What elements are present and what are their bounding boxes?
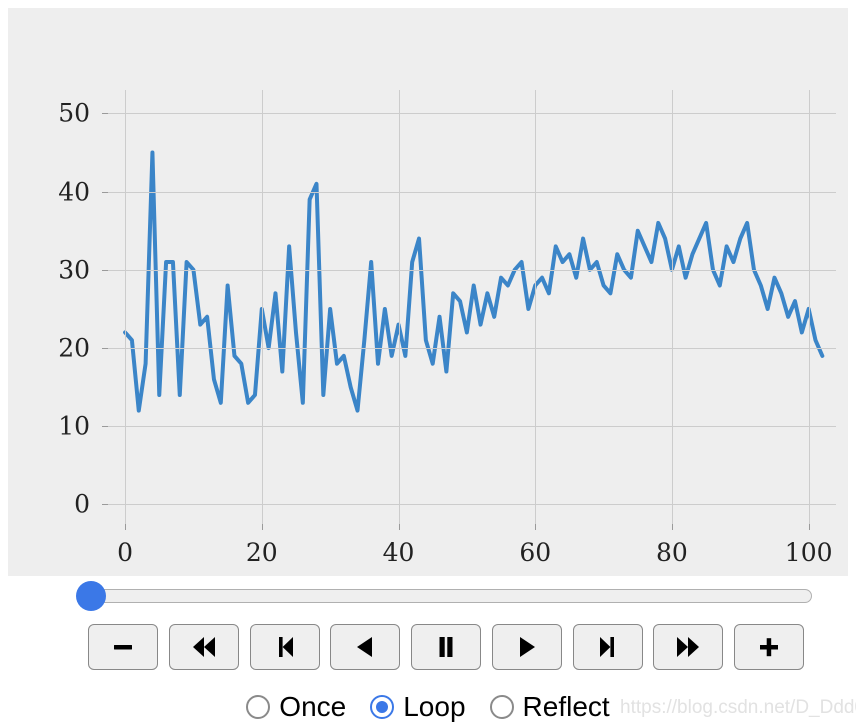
decrease-speed-button[interactable]: [88, 624, 158, 670]
radio-option-label: Loop: [403, 691, 466, 722]
pause-button[interactable]: [411, 624, 481, 670]
y-tick-label: 20: [58, 333, 90, 363]
step-forward-button[interactable]: [572, 624, 643, 670]
y-tick-label: 10: [58, 411, 90, 441]
x-tick-mark: [671, 524, 673, 530]
skip-backward-icon: [189, 634, 219, 660]
step-forward-icon: [593, 634, 623, 660]
frame-slider-track[interactable]: [88, 589, 812, 603]
play-backward-button[interactable]: [330, 624, 401, 670]
x-tick-label: 80: [656, 538, 688, 567]
line-series: [123, 150, 825, 413]
gridline-vertical: [535, 90, 537, 524]
x-tick-mark: [125, 524, 127, 530]
x-tick-mark: [398, 524, 400, 530]
radio-circle-icon[interactable]: [370, 695, 395, 719]
gridline-horizontal: [108, 191, 836, 193]
y-tick-mark: [102, 191, 108, 193]
frame-slider-row[interactable]: [0, 578, 856, 614]
y-tick-mark: [102, 269, 108, 271]
y-tick-mark: [102, 504, 108, 506]
matplotlib-figure: 0 10 20 30 40 50 0 20 40 60 80 100: [8, 8, 848, 576]
loop-mode-radio-group: Once Loop Reflect: [0, 688, 856, 726]
y-tick-label: 40: [58, 177, 90, 207]
radio-option-loop[interactable]: Loop: [370, 691, 466, 722]
radio-circle-icon[interactable]: [246, 695, 271, 719]
rewind-button[interactable]: [168, 624, 239, 670]
radio-option-reflect[interactable]: Reflect: [489, 691, 610, 722]
x-tick-mark: [808, 524, 810, 530]
gridline-vertical: [671, 90, 673, 524]
fast-forward-button[interactable]: [653, 624, 724, 670]
radio-circle-icon[interactable]: [489, 695, 514, 719]
step-backward-icon: [270, 634, 300, 660]
x-tick-label: 60: [519, 538, 552, 567]
play-forward-icon: [512, 634, 542, 660]
y-tick-mark: [102, 348, 108, 350]
radio-option-once[interactable]: Once: [246, 693, 346, 721]
x-tick-label: 100: [784, 538, 833, 567]
play-backward-icon: [350, 634, 380, 660]
x-tick-label: 40: [382, 538, 415, 567]
y-tick-mark: [102, 426, 108, 428]
increase-speed-button[interactable]: [734, 624, 804, 670]
radio-option-label: Once: [279, 691, 347, 722]
x-tick-mark: [535, 524, 537, 530]
gridline-horizontal: [108, 348, 836, 350]
skip-forward-icon: [673, 634, 703, 660]
gridline-horizontal: [108, 426, 836, 428]
gridline-vertical: [261, 90, 263, 524]
plot-axes: 0 10 20 30 40 50 0 20 40 60 80 100: [58, 90, 836, 567]
step-back-button[interactable]: [249, 624, 320, 670]
plus-icon: [754, 634, 784, 660]
x-tick-label: 0: [117, 538, 134, 567]
gridline-vertical: [398, 90, 400, 524]
x-tick-label: 20: [245, 538, 278, 567]
frame-slider-handle[interactable]: [76, 581, 106, 611]
y-tick-mark: [102, 113, 108, 115]
y-tick-label: 50: [58, 98, 90, 128]
gridline-horizontal: [108, 113, 836, 115]
x-tick-mark: [261, 524, 263, 530]
animation-widget-window: 0 10 20 30 40 50 0 20 40 60 80 100 Once Loop Reflect …: [0, 0, 856, 726]
radio-option-label: Reflect: [522, 691, 610, 722]
y-tick-label: 30: [58, 255, 90, 285]
gridline-horizontal: [108, 269, 836, 271]
minus-icon: [108, 634, 138, 660]
playback-button-row: [88, 622, 804, 672]
pause-icon: [431, 634, 461, 660]
gridline-horizontal: [108, 504, 836, 506]
play-forward-button[interactable]: [491, 624, 562, 670]
gridline-vertical: [125, 90, 127, 524]
y-tick-label: 0: [74, 489, 90, 519]
gridline-vertical: [808, 90, 810, 524]
